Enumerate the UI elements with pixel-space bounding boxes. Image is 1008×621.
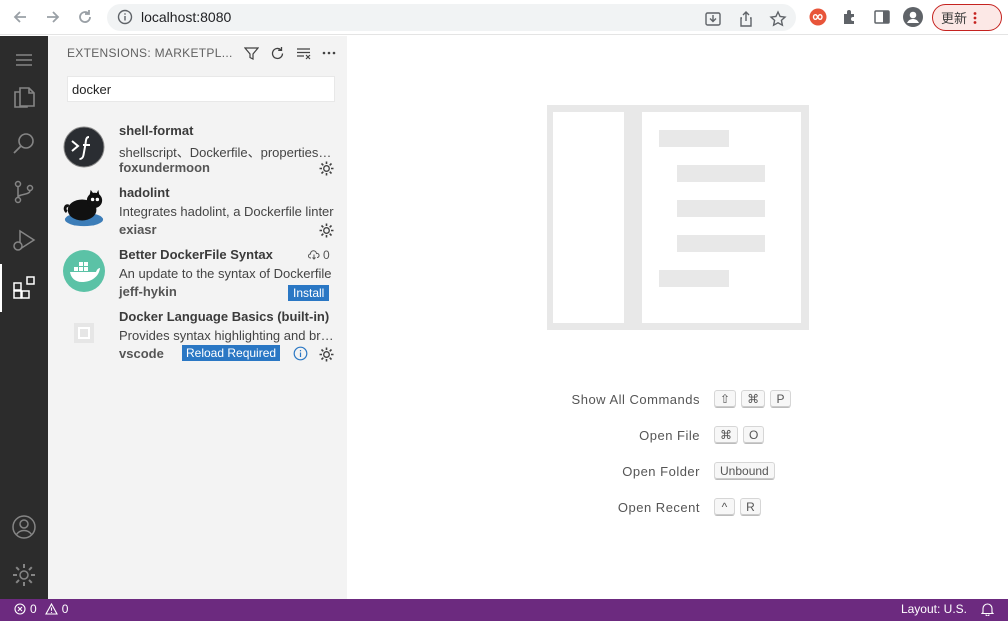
- builtin-extension-placeholder-icon: [63, 312, 105, 354]
- explorer-icon[interactable]: [0, 72, 48, 120]
- key: P: [770, 390, 792, 408]
- status-bar: 0 0 Layout: U.S.: [0, 599, 1008, 621]
- cloud-download-icon: [308, 250, 320, 260]
- shell-format-logo-icon: [63, 126, 105, 168]
- key: ⌘: [714, 426, 738, 444]
- back-icon[interactable]: [9, 6, 31, 28]
- extension-publisher: jeff-hykin: [119, 284, 177, 299]
- more-vert-icon: [973, 11, 977, 24]
- key: ^: [714, 498, 735, 516]
- side-panel-icon[interactable]: [872, 7, 892, 27]
- problems-indicator[interactable]: 0 0: [14, 602, 68, 616]
- extension-settings-gear-icon[interactable]: [318, 346, 335, 363]
- extension-settings-gear-icon[interactable]: [318, 222, 335, 239]
- update-label: 更新: [941, 11, 968, 26]
- source-control-icon[interactable]: [0, 168, 48, 216]
- site-info-icon[interactable]: [117, 9, 133, 28]
- notifications-bell-icon[interactable]: [981, 602, 994, 616]
- vscode-watermark-icon: [547, 105, 809, 330]
- key: ⌘: [741, 390, 766, 408]
- keybinding: ⌘ O: [714, 426, 765, 444]
- key: ⇧: [714, 390, 737, 408]
- extension-item-shell-format[interactable]: shell-format shellscript、Dockerfile、prop…: [48, 118, 347, 180]
- extension-item-hadolint[interactable]: hadolint Integrates hadolint, a Dockerfi…: [48, 180, 347, 242]
- run-debug-icon[interactable]: [0, 216, 48, 264]
- command-open-recent[interactable]: Open Recent ^ R: [347, 497, 1008, 519]
- sidebar-actions: [243, 45, 337, 61]
- extension-description: shellscript、Dockerfile、properties、gitign…: [119, 145, 334, 160]
- more-actions-icon[interactable]: [321, 45, 337, 61]
- extensions-puzzle-icon[interactable]: [840, 7, 860, 27]
- extensions-icon[interactable]: [0, 264, 48, 312]
- extension-settings-gear-icon[interactable]: [318, 160, 335, 177]
- extension-name: hadolint: [119, 185, 170, 200]
- hadolint-logo-icon: [63, 188, 105, 230]
- url-text[interactable]: localhost:8080: [141, 9, 231, 25]
- clear-results-icon[interactable]: [295, 45, 311, 61]
- filter-icon[interactable]: [243, 45, 259, 61]
- address-bar[interactable]: localhost:8080: [107, 4, 796, 31]
- extension-publisher: vscode: [119, 346, 164, 361]
- activity-bar: [0, 36, 48, 599]
- extension-description: Provides syntax highlighting and bracket…: [119, 328, 334, 343]
- update-button[interactable]: 更新: [932, 4, 1002, 31]
- warning-count: 0: [61, 602, 69, 616]
- keyboard-layout[interactable]: Layout: U.S.: [901, 602, 967, 616]
- extension-item-better-dockerfile-syntax[interactable]: Better DockerFile Syntax 0 An update to …: [48, 242, 347, 304]
- docker-whale-logo-icon: [63, 250, 105, 292]
- command-show-all-commands[interactable]: Show All Commands ⇧ ⌘ P: [347, 389, 1008, 411]
- command-label: Open File: [639, 428, 700, 443]
- command-label: Open Folder: [622, 464, 700, 479]
- accounts-icon[interactable]: [0, 503, 48, 551]
- extension-description: An update to the syntax of Dockerfile: [119, 266, 332, 281]
- extension-item-docker-language-basics[interactable]: Docker Language Basics (built-in) Provid…: [48, 304, 347, 366]
- sidebar-title: EXTENSIONS: MARKETPL...: [67, 46, 233, 60]
- extension-description: Integrates hadolint, a Dockerfile linter: [119, 204, 334, 219]
- extension-publisher: foxundermoon: [119, 160, 210, 175]
- command-open-file[interactable]: Open File ⌘ O: [347, 425, 1008, 447]
- profile-avatar-icon[interactable]: [903, 7, 923, 27]
- extension-infinity-icon[interactable]: [808, 7, 828, 27]
- extensions-sidebar: EXTENSIONS: MARKETPL... shell-format she…: [48, 36, 347, 599]
- keybinding: ⇧ ⌘ P: [714, 390, 792, 408]
- share-icon[interactable]: [737, 10, 755, 28]
- error-count: 0: [30, 602, 37, 616]
- keybinding: Unbound: [714, 462, 775, 480]
- manage-gear-icon[interactable]: [0, 551, 48, 599]
- command-open-folder[interactable]: Open Folder Unbound: [347, 461, 1008, 483]
- key: O: [743, 426, 765, 444]
- reload-required-button[interactable]: Reload Required: [182, 345, 281, 361]
- extension-name: Docker Language Basics (built-in): [119, 309, 330, 324]
- download-count-value: 0: [323, 248, 330, 262]
- key: Unbound: [714, 462, 775, 480]
- forward-icon[interactable]: [42, 6, 64, 28]
- refresh-icon[interactable]: [269, 45, 285, 61]
- extension-name: shell-format: [119, 123, 194, 138]
- status-right: Layout: U.S.: [901, 602, 994, 616]
- download-count: 0: [308, 248, 330, 262]
- install-button[interactable]: Install: [288, 285, 330, 301]
- error-icon: [14, 603, 26, 615]
- extension-publisher: exiasr: [119, 222, 157, 237]
- browser-toolbar: localhost:8080 更新: [0, 0, 1008, 35]
- warning-icon: [44, 603, 58, 615]
- install-app-icon[interactable]: [704, 10, 722, 28]
- extensions-search-input[interactable]: [67, 76, 335, 102]
- editor-welcome-area: Show All Commands ⇧ ⌘ P Open File ⌘ O Op…: [347, 36, 1008, 599]
- bookmark-star-icon[interactable]: [769, 10, 787, 28]
- key: R: [740, 498, 761, 516]
- extension-name: Better DockerFile Syntax: [119, 247, 273, 262]
- reload-icon[interactable]: [74, 6, 96, 28]
- keybinding: ^ R: [714, 498, 761, 516]
- command-label: Open Recent: [617, 500, 700, 515]
- command-label: Show All Commands: [571, 392, 700, 407]
- search-icon[interactable]: [0, 120, 48, 168]
- info-icon[interactable]: [293, 346, 308, 361]
